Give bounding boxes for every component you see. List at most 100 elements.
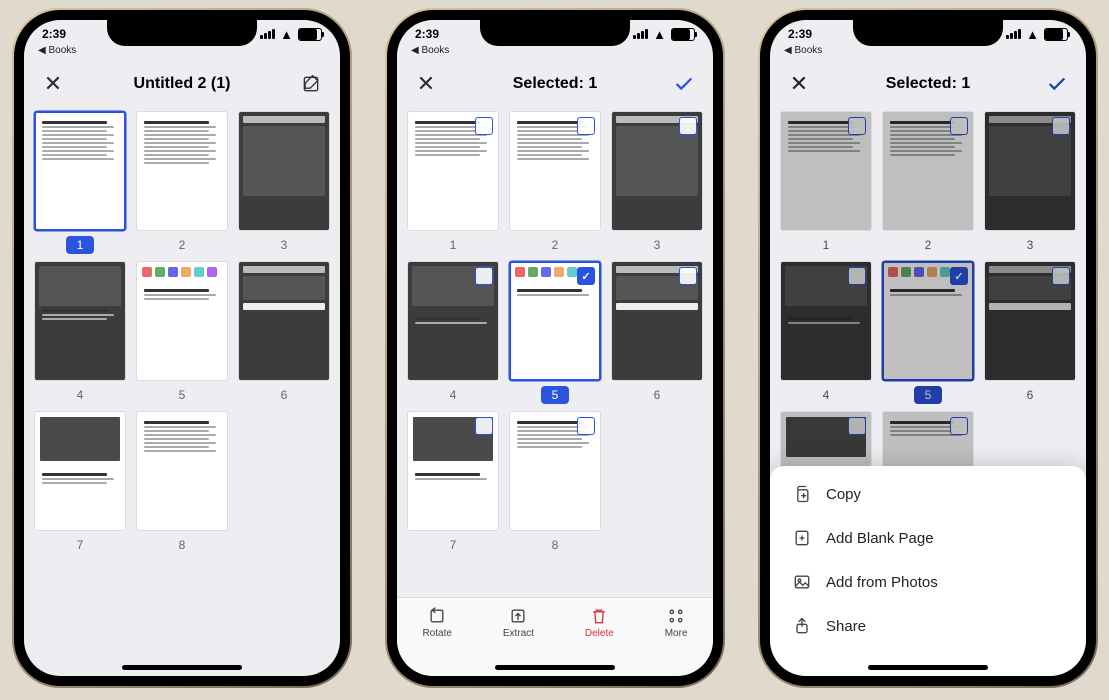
page-thumb-6[interactable]: 6: [984, 262, 1076, 404]
battery-icon: [298, 28, 322, 41]
page-thumb-8[interactable]: 8: [136, 412, 228, 554]
page-number: 3: [275, 236, 293, 254]
checkbox[interactable]: [848, 417, 866, 435]
wifi-icon: ▲: [280, 28, 293, 41]
checkbox[interactable]: [1052, 267, 1070, 285]
delete-label: Delete: [585, 628, 614, 639]
page-thumb-6[interactable]: 6: [238, 262, 330, 404]
sheet-add-blank[interactable]: Add Blank Page: [770, 516, 1086, 560]
page-title: Selected: 1: [513, 75, 597, 93]
page-number: 6: [1021, 386, 1039, 404]
page-thumb-1[interactable]: 1: [780, 112, 872, 254]
page-number: 6: [275, 386, 293, 404]
page-title: Untitled 2 (1): [134, 75, 231, 93]
page-number: 8: [546, 536, 564, 554]
checkbox[interactable]: [679, 267, 697, 285]
page-thumb-3[interactable]: 3: [611, 112, 703, 254]
battery-icon: [1044, 28, 1068, 41]
page-number: 4: [817, 386, 835, 404]
sheet-photos-label: Add from Photos: [826, 574, 938, 591]
checkbox[interactable]: [679, 117, 697, 135]
page-thumb-7[interactable]: 7: [34, 412, 126, 554]
checkbox[interactable]: [950, 117, 968, 135]
checkbox[interactable]: [475, 267, 493, 285]
sheet-copy[interactable]: Copy: [770, 472, 1086, 516]
home-indicator[interactable]: [868, 665, 988, 670]
sheet-add-photos[interactable]: Add from Photos: [770, 560, 1086, 604]
page-thumb-8[interactable]: 8: [509, 412, 601, 554]
wifi-icon: ▲: [653, 28, 666, 41]
status-time: 2:39: [42, 27, 66, 41]
page-thumb-5[interactable]: 5: [882, 262, 974, 404]
page-thumb-4[interactable]: 4: [407, 262, 499, 404]
page-number: 3: [1021, 236, 1039, 254]
battery-icon: [671, 28, 695, 41]
page-thumb-7[interactable]: 7: [407, 412, 499, 554]
checkbox[interactable]: [475, 117, 493, 135]
confirm-button[interactable]: [1044, 71, 1070, 97]
page-number: 7: [71, 536, 89, 554]
page-thumb-2[interactable]: 2: [136, 112, 228, 254]
checkbox-checked[interactable]: [577, 267, 595, 285]
page-thumb-1[interactable]: 1: [34, 112, 126, 254]
page-number: 5: [173, 386, 191, 404]
home-indicator[interactable]: [122, 665, 242, 670]
page-number: 2: [546, 236, 564, 254]
sheet-blank-label: Add Blank Page: [826, 530, 934, 547]
delete-button[interactable]: Delete: [585, 606, 614, 639]
rotate-label: Rotate: [422, 628, 451, 639]
page-number: 2: [173, 236, 191, 254]
checkbox[interactable]: [848, 117, 866, 135]
page-thumb-3[interactable]: 3: [238, 112, 330, 254]
page-number: 1: [817, 236, 835, 254]
back-to-app[interactable]: ◀ Books: [411, 45, 449, 56]
page-thumb-2[interactable]: 2: [882, 112, 974, 254]
more-button[interactable]: More: [665, 606, 688, 639]
checkbox[interactable]: [1052, 117, 1070, 135]
page-thumb-5[interactable]: 5: [136, 262, 228, 404]
page-number: 6: [648, 386, 666, 404]
signal-icon: [260, 29, 275, 39]
extract-label: Extract: [503, 628, 534, 639]
page-number: 4: [444, 386, 462, 404]
wifi-icon: ▲: [1026, 28, 1039, 41]
page-thumb-4[interactable]: 4: [34, 262, 126, 404]
page-number: 4: [71, 386, 89, 404]
checkbox[interactable]: [950, 417, 968, 435]
close-button[interactable]: ✕: [40, 71, 66, 97]
signal-icon: [1006, 29, 1021, 39]
back-to-app[interactable]: ◀ Books: [38, 45, 76, 56]
page-thumb-4[interactable]: 4: [780, 262, 872, 404]
page-thumb-5[interactable]: 5: [509, 262, 601, 404]
page-title: Selected: 1: [886, 75, 970, 93]
back-to-app[interactable]: ◀ Books: [784, 45, 822, 56]
extract-button[interactable]: Extract: [503, 606, 534, 639]
close-button[interactable]: ✕: [413, 71, 439, 97]
page-number: 1: [444, 236, 462, 254]
status-time: 2:39: [415, 27, 439, 41]
sheet-copy-label: Copy: [826, 486, 861, 503]
status-time: 2:39: [788, 27, 812, 41]
close-button[interactable]: ✕: [786, 71, 812, 97]
sheet-share[interactable]: Share: [770, 604, 1086, 648]
home-indicator[interactable]: [495, 665, 615, 670]
checkbox[interactable]: [577, 117, 595, 135]
confirm-button[interactable]: [671, 71, 697, 97]
sheet-share-label: Share: [826, 618, 866, 635]
checkbox[interactable]: [848, 267, 866, 285]
page-thumb-6[interactable]: 6: [611, 262, 703, 404]
page-number: 1: [66, 236, 94, 254]
page-thumb-2[interactable]: 2: [509, 112, 601, 254]
rotate-button[interactable]: Rotate: [422, 606, 451, 639]
page-number: 5: [541, 386, 569, 404]
edit-button[interactable]: [298, 71, 324, 97]
page-number: 2: [919, 236, 937, 254]
page-thumb-3[interactable]: 3: [984, 112, 1076, 254]
status-right: ▲: [260, 28, 322, 41]
page-number: 7: [444, 536, 462, 554]
checkbox[interactable]: [577, 417, 595, 435]
signal-icon: [633, 29, 648, 39]
checkbox[interactable]: [475, 417, 493, 435]
checkbox-checked[interactable]: [950, 267, 968, 285]
page-thumb-1[interactable]: 1: [407, 112, 499, 254]
